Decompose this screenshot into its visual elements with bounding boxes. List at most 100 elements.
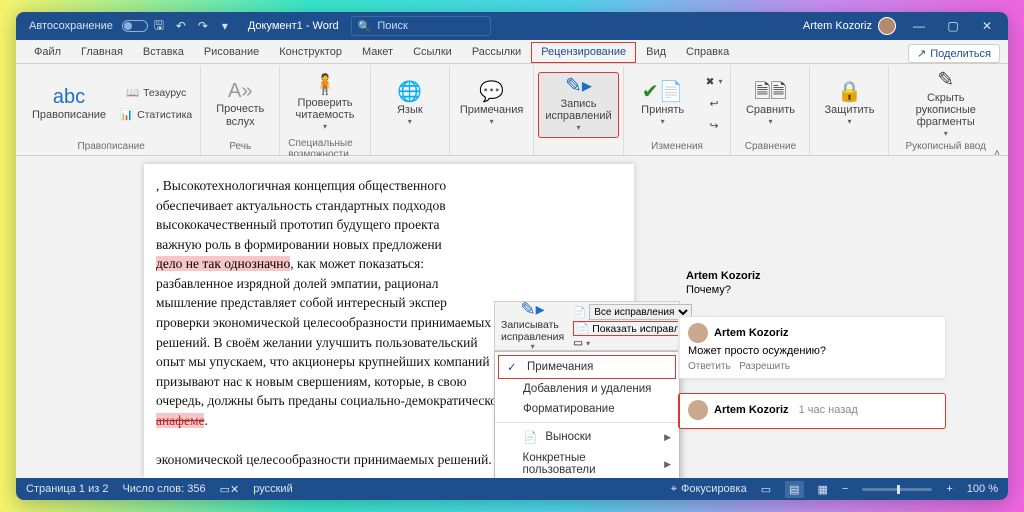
group-accessibility: 🧍Проверить читаемость▾ Специальные возмо… <box>280 66 371 155</box>
protect-button[interactable]: 🔒Защитить▾ <box>814 72 884 138</box>
view-web-icon[interactable]: ▦ <box>818 483 828 496</box>
word-window: Автосохранение 🖫 ↶ ↷ ▾ Документ1 - Word … <box>16 12 1008 500</box>
undo-icon[interactable]: ↶ <box>170 19 192 33</box>
zoom-value[interactable]: 100 % <box>967 483 998 495</box>
avatar-icon <box>688 400 708 420</box>
redo-icon[interactable]: ↷ <box>192 19 214 33</box>
track-changes-mini-button[interactable]: ✎▸ Записывать исправления▾ <box>495 302 570 350</box>
group-speech: A»Прочесть вслух Речь <box>201 66 280 155</box>
group-language: 🌐Язык▾ <box>371 66 450 155</box>
autosave-label: Автосохранение <box>24 20 118 32</box>
tab-view[interactable]: Вид <box>636 42 676 63</box>
tab-draw[interactable]: Рисование <box>194 42 269 63</box>
check-accessibility-button[interactable]: 🧍Проверить читаемость▾ <box>284 70 366 136</box>
zoom-in-button[interactable]: + <box>946 483 952 495</box>
hide-ink-button[interactable]: ✎Скрыть рукописные фрагменты▾ <box>893 72 998 138</box>
next-icon: ↪ <box>710 121 719 133</box>
tab-file[interactable]: Файл <box>24 42 71 63</box>
group-comments: 💬Примечания▾ <box>450 66 535 155</box>
read-aloud-button[interactable]: A»Прочесть вслух <box>205 72 275 138</box>
focus-mode-button[interactable]: ⌖ Фокусировка <box>671 483 747 496</box>
reject-icon: ✖ <box>706 77 715 89</box>
spelling-button[interactable]: abcПравописание <box>26 72 112 138</box>
comments-button[interactable]: 💬Примечания▾ <box>454 72 530 138</box>
track-changes-button[interactable]: ✎▸Запись исправлений▾ <box>538 72 618 138</box>
tab-review[interactable]: Рецензирование <box>531 42 636 63</box>
search-input[interactable]: 🔍 Поиск <box>351 16 491 36</box>
language-button[interactable]: 🌐Язык▾ <box>375 72 445 138</box>
tab-design[interactable]: Конструктор <box>269 42 352 63</box>
share-icon: ↗ <box>917 47 926 60</box>
comment-icon: 💬 <box>479 82 504 102</box>
avatar-icon <box>688 323 708 343</box>
group-changes: ✔📄Принять▾ ✖▾ ↩ ↪ Изменения <box>624 66 732 155</box>
search-icon: 🔍 <box>358 20 372 33</box>
thesaurus-button[interactable]: 📖Тезаурус <box>116 84 196 104</box>
next-change-button[interactable]: ↪ <box>702 117 727 137</box>
language-indicator[interactable]: русский <box>253 483 292 495</box>
statistics-button[interactable]: 📊Статистика <box>116 106 196 126</box>
qat-more-icon[interactable]: ▾ <box>214 19 236 33</box>
tab-help[interactable]: Справка <box>676 42 739 63</box>
accessibility-icon: 🧍 <box>313 75 338 95</box>
comment-time: 1 час назад <box>799 404 858 416</box>
accept-icon: ✔📄 <box>642 82 684 102</box>
comment-3[interactable]: Artem Kozoriz 1 час назад <box>678 393 946 429</box>
close-button[interactable]: ✕ <box>970 12 1004 40</box>
compare-button[interactable]: 🗎🗎Сравнить▾ <box>735 72 805 138</box>
menu-insertions[interactable]: Добавления и удаления <box>495 379 679 399</box>
comment-1[interactable]: Artem Kozoriz Почему? <box>678 264 946 302</box>
ribbon: abcПравописание 📖Тезаурус 📊Статистика Пр… <box>16 64 1008 156</box>
menu-comments[interactable]: Примечания <box>498 355 676 379</box>
tab-layout[interactable]: Макет <box>352 42 403 63</box>
document-area: , Высокотехнологичная концепция обществе… <box>16 156 1008 478</box>
maximize-button[interactable]: ▢ <box>936 12 970 40</box>
stats-icon: 📊 <box>120 110 133 122</box>
group-protect: 🔒Защитить▾ <box>810 66 889 155</box>
zoom-out-button[interactable]: − <box>842 483 848 495</box>
tab-mailings[interactable]: Рассылки <box>462 42 531 63</box>
search-placeholder: Поиск <box>377 20 407 32</box>
compare-icon: 🗎🗎 <box>754 82 786 102</box>
prev-change-button[interactable]: ↩ <box>702 95 727 115</box>
track-changes-icon: ✎▸ <box>565 76 592 96</box>
proofing-icon[interactable]: ▭✕ <box>220 483 240 496</box>
group-compare: 🗎🗎Сравнить▾ Сравнение <box>731 66 810 155</box>
page-indicator[interactable]: Страница 1 из 2 <box>26 483 108 495</box>
ribbon-tabs: Файл Главная Вставка Рисование Конструкт… <box>16 40 1008 64</box>
toggle-off-icon[interactable] <box>122 20 148 32</box>
view-read-icon[interactable]: ▭ <box>761 483 771 496</box>
group-ink: ✎Скрыть рукописные фрагменты▾ Рукописный… <box>889 66 1002 155</box>
reply-button[interactable]: Ответить <box>688 361 731 372</box>
tab-insert[interactable]: Вставка <box>133 42 194 63</box>
tab-references[interactable]: Ссылки <box>403 42 462 63</box>
ink-icon: ✎ <box>937 70 954 90</box>
minimize-button[interactable]: — <box>902 12 936 40</box>
highlighted-text-2: анафеме <box>156 413 204 428</box>
group-proofing: abcПравописание 📖Тезаурус 📊Статистика Пр… <box>22 66 201 155</box>
zoom-slider[interactable] <box>862 488 932 491</box>
word-count[interactable]: Число слов: 356 <box>122 483 205 495</box>
menu-balloons[interactable]: 📄Выноски▶ <box>495 426 679 448</box>
menu-specific-people[interactable]: Конкретные пользователи▶ <box>495 448 679 478</box>
comment-2[interactable]: Artem Kozoriz Может просто осуждению? От… <box>678 316 946 379</box>
book-icon: 📖 <box>126 88 139 100</box>
accept-button[interactable]: ✔📄Принять▾ <box>628 72 698 138</box>
autosave-toggle[interactable]: Автосохранение <box>24 20 148 32</box>
comment-author: Artem Kozoriz <box>714 404 789 416</box>
lock-icon: 🔒 <box>837 82 862 102</box>
tab-home[interactable]: Главная <box>71 42 133 63</box>
comment-author: Artem Kozoriz <box>714 327 789 339</box>
menu-formatting[interactable]: Форматирование <box>495 399 679 419</box>
show-markup-dropdown: Примечания Добавления и удаления Формати… <box>494 351 680 478</box>
comment-text: Может просто осуждению? <box>688 345 937 357</box>
track-changes-icon: ✎▸ <box>521 300 545 320</box>
view-print-icon[interactable]: ▤ <box>785 481 803 498</box>
resolve-button[interactable]: Разрешить <box>739 361 790 372</box>
save-icon[interactable]: 🖫 <box>148 16 170 37</box>
share-button[interactable]: ↗ Поделиться <box>908 44 1000 63</box>
highlighted-text-1: дело не так однозначно <box>156 256 290 271</box>
user-avatar[interactable] <box>878 17 896 35</box>
reject-button[interactable]: ✖▾ <box>702 73 727 93</box>
user-name: Artem Kozoriz <box>803 20 872 32</box>
